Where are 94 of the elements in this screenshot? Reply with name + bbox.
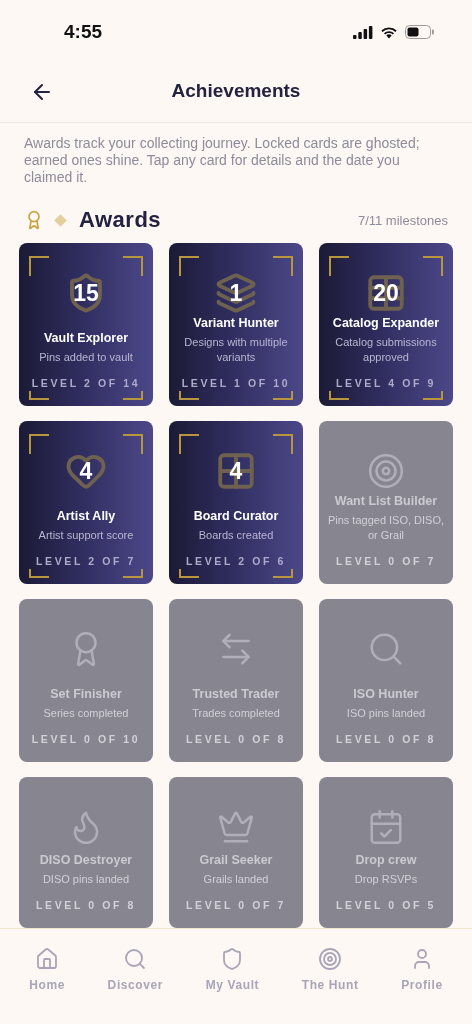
- award-description: Grails landed: [203, 872, 269, 887]
- award-value: 20: [373, 281, 399, 305]
- signal-icon: [353, 25, 373, 39]
- tab-bar-item[interactable]: Discover: [103, 947, 168, 997]
- page-title: Achievements: [171, 80, 301, 102]
- tab-bar-item[interactable]: Profile: [397, 947, 447, 997]
- corner-bracket: [423, 391, 443, 400]
- award-title: Drop crew: [355, 853, 417, 868]
- locked-award-card[interactable]: Set Finisher Series completed LEVEL 0 OF 10: [19, 599, 153, 762]
- award-title: Grail Seeker: [199, 853, 273, 868]
- corner-bracket: [179, 391, 199, 400]
- award-value: 4: [229, 459, 243, 483]
- award-level: LEVEL 0 OF 8: [186, 733, 286, 745]
- award-title: Artist Ally: [56, 509, 116, 524]
- corner-bracket: [29, 569, 49, 578]
- award-description: Pins added to vault: [39, 350, 133, 365]
- award-level: LEVEL 2 OF 6: [186, 555, 286, 567]
- corner-bracket: [273, 569, 293, 578]
- award-title: Vault Explorer: [43, 331, 129, 346]
- layers-icon: [215, 272, 257, 314]
- corner-bracket: [29, 434, 49, 454]
- award-description: Artist support score: [38, 528, 134, 543]
- earned-award-card[interactable]: 1 Variant Hunter Designs with multiple variants LEVEL 1 OF 10: [169, 243, 303, 406]
- earned-award-card[interactable]: 15 Vault Explorer Pins added to vault LEVEL 2 OF 14: [19, 243, 153, 406]
- award-level: LEVEL 0 OF 8: [336, 733, 436, 745]
- award-description: Boards created: [198, 528, 274, 543]
- award-description: DISO pins landed: [42, 872, 130, 887]
- tab-bar-item[interactable]: The Hunt: [297, 947, 363, 997]
- award-title: ISO Hunter: [353, 687, 419, 702]
- award-value: 1: [229, 281, 243, 305]
- tab-bar-item[interactable]: My Vault: [201, 947, 264, 997]
- award-level: LEVEL 0 OF 5: [336, 899, 436, 911]
- locked-award-card[interactable]: Want List Builder Pins tagged ISO, DISO, or Grail LEVEL 0 OF 7: [319, 421, 453, 584]
- earned-award-card[interactable]: 20 Catalog Expander Catalog submissions approved LEVEL 4 OF 9: [319, 243, 453, 406]
- corner-bracket: [123, 569, 143, 578]
- award-title: DISO Destroyer: [39, 853, 133, 868]
- locked-award-card[interactable]: Drop crew Drop RSVPs LEVEL 0 OF 5: [319, 777, 453, 928]
- section-title: Awards: [79, 207, 163, 233]
- corner-bracket: [123, 256, 143, 276]
- corner-bracket: [329, 256, 349, 276]
- corner-bracket: [273, 434, 293, 454]
- award-title: Variant Hunter: [193, 316, 279, 331]
- award-level: LEVEL 1 OF 10: [181, 377, 291, 389]
- award-value: 4: [79, 459, 93, 483]
- table-icon: [365, 272, 407, 314]
- status-time: 4:55: [64, 21, 103, 43]
- calendar-check-icon: [367, 808, 405, 846]
- corner-bracket: [273, 391, 293, 400]
- award-level: LEVEL 0 OF 10: [31, 733, 141, 745]
- target-icon: [318, 947, 343, 971]
- earned-award-card[interactable]: 4 Board Curator Boards created LEVEL 2 OF 6: [169, 421, 303, 584]
- corner-bracket: [123, 391, 143, 400]
- award-level: LEVEL 0 OF 7: [186, 899, 286, 911]
- home-icon: [35, 947, 60, 971]
- search-icon: [123, 947, 148, 971]
- award-description: Pins tagged ISO, DISO, or Grail: [327, 513, 445, 543]
- award-title: Want List Builder: [334, 494, 438, 509]
- milestone-count: 7/11 milestones: [357, 212, 448, 228]
- locked-award-card[interactable]: Grail Seeker Grails landed LEVEL 0 OF 7: [169, 777, 303, 928]
- award-description: Designs with multiple variants: [183, 335, 289, 365]
- award-description: Catalog submissions approved: [334, 335, 438, 365]
- grid-icon: [215, 450, 257, 492]
- corner-bracket: [29, 391, 49, 400]
- corner-bracket: [179, 256, 199, 276]
- tab-bar-item[interactable]: Home: [25, 947, 70, 997]
- corner-bracket: [29, 256, 49, 276]
- corner-bracket: [123, 434, 143, 454]
- battery-icon: [405, 25, 434, 39]
- earned-award-card[interactable]: 4 Artist Ally Artist support score LEVEL 2 OF 7: [19, 421, 153, 584]
- award-level: LEVEL 0 OF 7: [336, 555, 436, 567]
- award-title: Trusted Trader: [192, 687, 280, 702]
- corner-bracket: [179, 434, 199, 454]
- corner-bracket: [423, 256, 443, 276]
- award-title: Set Finisher: [50, 687, 122, 702]
- locked-award-card[interactable]: Trusted Trader Trades completed LEVEL 0 OF 8: [169, 599, 303, 762]
- target-icon: [367, 452, 405, 490]
- award-level: LEVEL 2 OF 7: [36, 555, 136, 567]
- corner-bracket: [329, 391, 349, 400]
- award-title: Catalog Expander: [332, 316, 440, 331]
- award-level: LEVEL 0 OF 8: [36, 899, 136, 911]
- award-description: Trades completed: [192, 706, 280, 721]
- corner-bracket: [179, 569, 199, 578]
- wifi-icon: [380, 25, 398, 39]
- locked-award-card[interactable]: ISO Hunter ISO pins landed LEVEL 0 OF 8: [319, 599, 453, 762]
- award-description: ISO pins landed: [346, 706, 426, 721]
- award-value: 15: [73, 281, 99, 305]
- corner-bracket: [273, 256, 293, 276]
- locked-award-card[interactable]: DISO Destroyer DISO pins landed LEVEL 0 OF 8: [19, 777, 153, 928]
- award-level: LEVEL 4 OF 9: [336, 377, 436, 389]
- award-description: Series completed: [43, 706, 129, 721]
- award-description: Drop RSVPs: [354, 872, 418, 887]
- award-level: LEVEL 2 OF 14: [31, 377, 141, 389]
- intro-text: Awards track your collecting journey. Locked cards are ghosted; earned ones shine. Tap any card for details and the date you claimed it.: [24, 135, 421, 186]
- award-title: Board Curator: [193, 509, 279, 524]
